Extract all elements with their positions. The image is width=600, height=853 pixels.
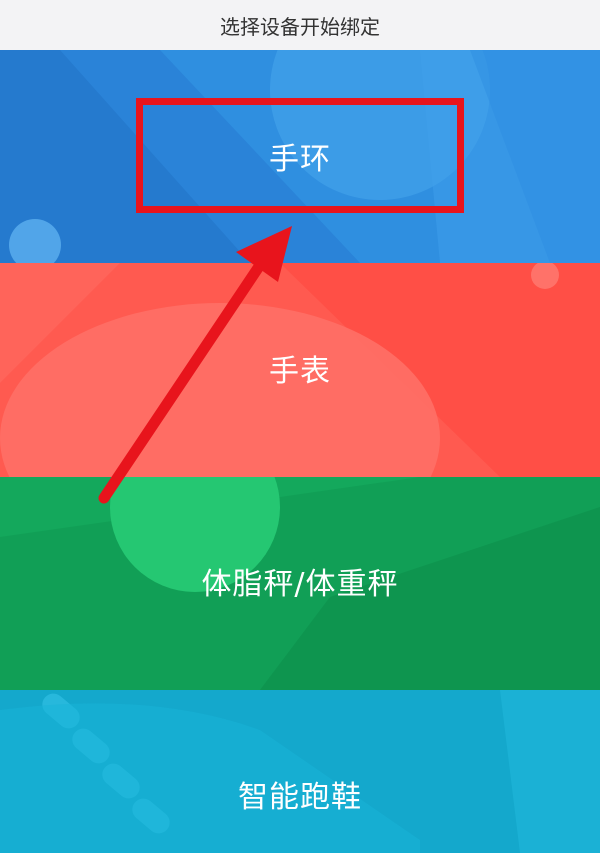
device-label-band: 手环 [269, 142, 331, 177]
device-select-page: 选择设备开始绑定 手环 手表 体脂秤/体重秤 智能跑鞋 [0, 0, 600, 853]
device-option-running-shoe[interactable]: 智能跑鞋 [0, 690, 600, 853]
device-label-running-shoe: 智能跑鞋 [238, 780, 362, 815]
page-title: 选择设备开始绑定 [220, 14, 380, 39]
device-option-watch[interactable]: 手表 [0, 263, 600, 477]
device-option-scale[interactable]: 体脂秤/体重秤 [0, 477, 600, 690]
device-label-watch: 手表 [269, 354, 331, 389]
page-header: 选择设备开始绑定 [0, 0, 600, 51]
device-option-band[interactable]: 手环 [0, 50, 600, 263]
device-label-scale: 体脂秤/体重秤 [201, 567, 399, 602]
